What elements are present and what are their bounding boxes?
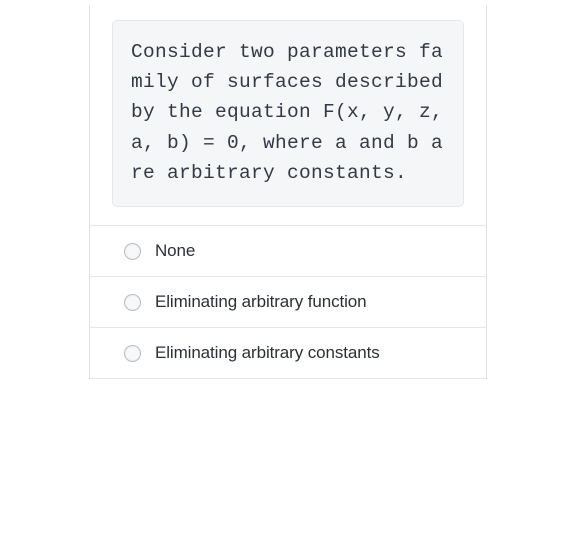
option-label: Eliminating arbitrary function xyxy=(155,292,366,312)
question-text: Consider two parameters family of surfac… xyxy=(131,37,445,188)
option-label: None xyxy=(155,241,195,261)
question-box: Consider two parameters family of surfac… xyxy=(112,20,464,207)
radio-icon[interactable] xyxy=(124,243,141,260)
option-row[interactable]: None xyxy=(90,225,486,277)
radio-icon[interactable] xyxy=(124,294,141,311)
radio-icon[interactable] xyxy=(124,345,141,362)
option-row[interactable]: Eliminating arbitrary constants xyxy=(90,327,486,379)
options-list: None Eliminating arbitrary function Elim… xyxy=(90,225,486,379)
option-row[interactable]: Eliminating arbitrary function xyxy=(90,276,486,328)
option-label: Eliminating arbitrary constants xyxy=(155,343,380,363)
question-card: Consider two parameters family of surfac… xyxy=(89,5,487,379)
